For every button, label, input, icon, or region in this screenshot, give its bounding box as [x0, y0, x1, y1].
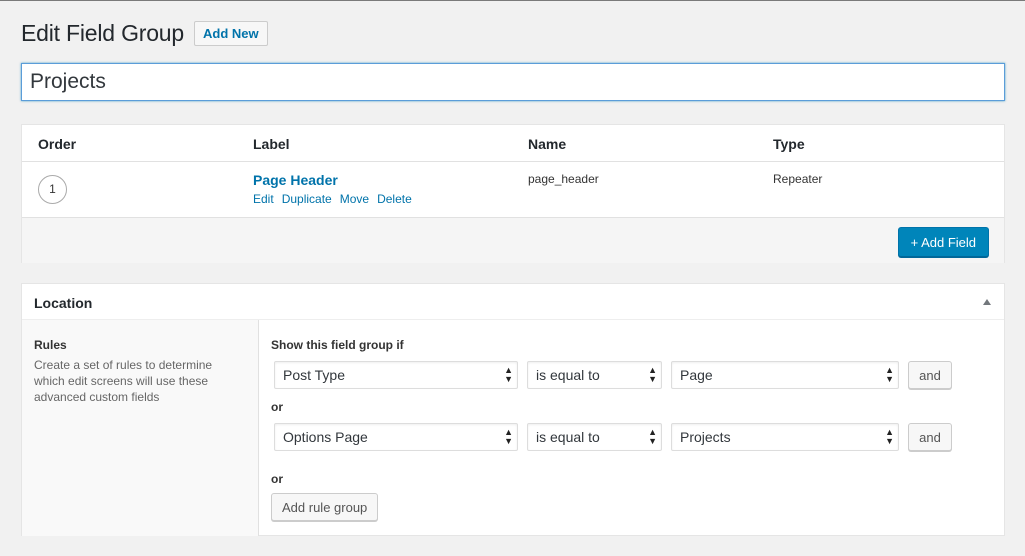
rule-value-select[interactable]: Page ▲ ▼	[671, 361, 899, 389]
and-button[interactable]: and	[908, 361, 952, 389]
select-arrows-icon: ▲ ▼	[648, 365, 657, 384]
duplicate-field-link[interactable]: Duplicate	[282, 192, 332, 206]
column-header-name: Name	[528, 136, 567, 152]
location-header[interactable]: Location	[22, 284, 1004, 320]
location-title: Location	[34, 295, 93, 311]
rule-param-value: Post Type	[283, 367, 346, 383]
page-header: Edit Field Group Add New	[21, 20, 268, 47]
field-group-title-input[interactable]	[21, 63, 1005, 101]
fields-panel: Order Label Name Type 1 Page Header Edit…	[21, 124, 1005, 263]
add-rule-group-button[interactable]: Add rule group	[271, 493, 379, 521]
column-header-order: Order	[38, 136, 77, 152]
select-arrows-icon: ▲ ▼	[504, 427, 513, 446]
rules-sidebar: Rules Create a set of rules to determine…	[22, 320, 259, 536]
page-title: Edit Field Group	[21, 20, 184, 46]
rule-value-value: Page	[680, 367, 713, 383]
move-field-link[interactable]: Move	[340, 192, 369, 206]
column-header-label: Label	[253, 136, 290, 152]
rule-operator-value: is equal to	[536, 367, 600, 383]
rule-param-select[interactable]: Post Type ▲ ▼	[274, 361, 518, 389]
rule-operator-value: is equal to	[536, 429, 600, 445]
rule-value-select[interactable]: Projects ▲ ▼	[671, 423, 899, 451]
add-new-button[interactable]: Add New	[194, 21, 268, 46]
select-arrows-icon: ▲ ▼	[885, 365, 894, 384]
rule-param-select[interactable]: Options Page ▲ ▼	[274, 423, 518, 451]
collapse-arrow-icon[interactable]	[983, 299, 991, 305]
rules-label: Rules	[34, 338, 67, 352]
rule-operator-select[interactable]: is equal to ▲ ▼	[527, 423, 662, 451]
location-panel: Location Rules Create a set of rules to …	[21, 283, 1005, 536]
delete-field-link[interactable]: Delete	[377, 192, 412, 206]
field-name-value: page_header	[528, 172, 599, 186]
field-type-value: Repeater	[773, 172, 823, 186]
or-label: or	[271, 472, 283, 486]
column-header-type: Type	[773, 136, 805, 152]
row-actions: Edit Duplicate Move Delete	[253, 192, 412, 206]
select-arrows-icon: ▲ ▼	[504, 365, 513, 384]
order-handle[interactable]: 1	[38, 175, 67, 204]
edit-field-link[interactable]: Edit	[253, 192, 274, 206]
add-field-button[interactable]: + Add Field	[897, 227, 989, 257]
field-label-link[interactable]: Page Header	[253, 172, 338, 188]
rule-param-value: Options Page	[283, 429, 368, 445]
top-border	[0, 0, 1025, 1]
fields-table-header: Order Label Name Type	[22, 125, 1004, 162]
rule-value-value: Projects	[680, 429, 731, 445]
rules-description: Create a set of rules to determine which…	[34, 358, 213, 404]
and-button[interactable]: and	[908, 423, 952, 451]
select-arrows-icon: ▲ ▼	[648, 427, 657, 446]
or-label: or	[271, 400, 283, 414]
fields-footer: + Add Field	[22, 217, 1004, 263]
select-arrows-icon: ▲ ▼	[885, 427, 894, 446]
show-if-label: Show this field group if	[271, 338, 404, 352]
rule-operator-select[interactable]: is equal to ▲ ▼	[527, 361, 662, 389]
field-row: 1 Page Header Edit Duplicate Move Delete…	[22, 162, 1004, 217]
